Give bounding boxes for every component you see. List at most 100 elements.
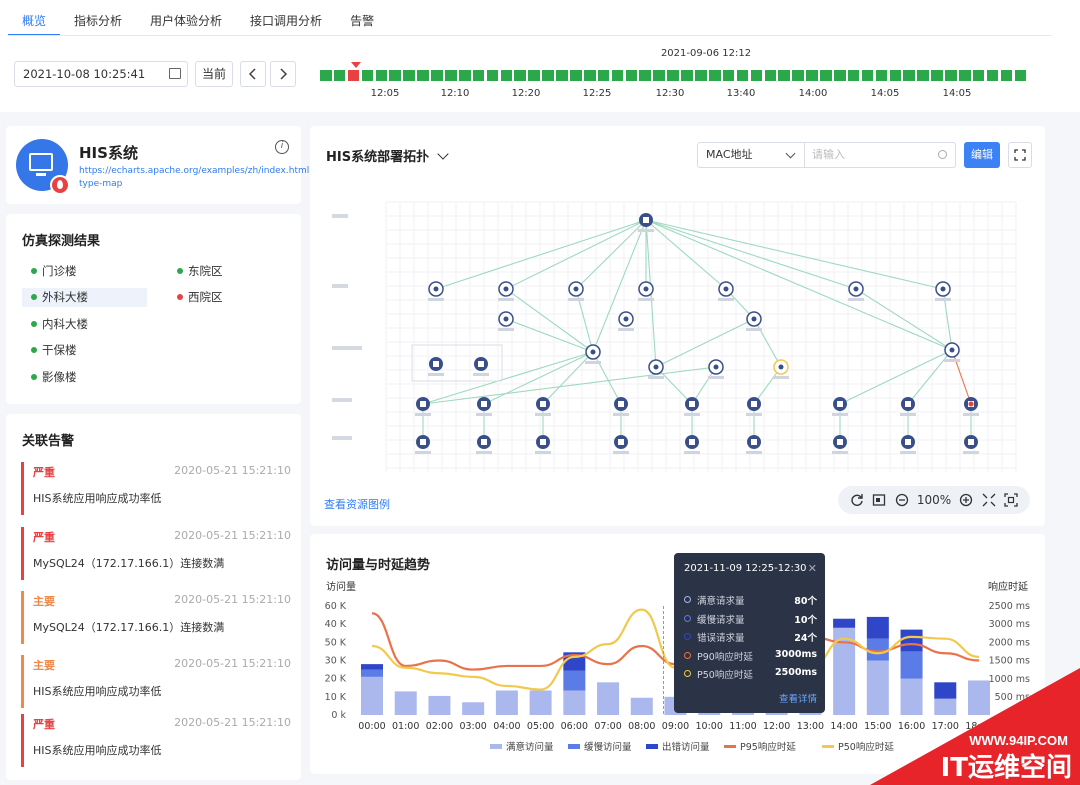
- tab-api-calls[interactable]: 接口调用分析: [236, 6, 336, 36]
- timeline-block[interactable]: [764, 70, 777, 81]
- region-item[interactable]: 影像楼: [22, 368, 148, 387]
- timeline-block[interactable]: [931, 70, 943, 81]
- timeline-block[interactable]: [431, 70, 443, 81]
- alert-item[interactable]: 主要 2020-05-21 15:21:10 HIS系统应用响应成功率低: [21, 655, 291, 708]
- timeline-block[interactable]: [986, 70, 999, 81]
- info-icon[interactable]: i: [275, 140, 289, 154]
- edit-button[interactable]: 编辑: [964, 142, 1000, 168]
- server-node-glyph: [433, 361, 439, 367]
- topology-title[interactable]: HIS系统部署拓扑: [326, 146, 449, 165]
- datetime-input[interactable]: 2021-10-08 10:25:41: [14, 61, 188, 87]
- timeline-block[interactable]: [653, 70, 665, 81]
- region-item[interactable]: 西院区: [168, 288, 294, 307]
- timeline-block[interactable]: [417, 70, 429, 81]
- timeline-block[interactable]: [1014, 70, 1027, 81]
- refresh-icon[interactable]: [850, 493, 864, 507]
- timeline-block[interactable]: [722, 70, 735, 81]
- zoom-in-icon[interactable]: [959, 493, 973, 507]
- timeline-block[interactable]: [472, 70, 485, 81]
- timeline-block[interactable]: [320, 70, 332, 81]
- timeline-block[interactable]: [1000, 70, 1013, 81]
- close-icon[interactable]: ✕: [808, 562, 817, 575]
- minimap-icon[interactable]: [872, 493, 886, 507]
- tab-overview[interactable]: 概览: [8, 6, 61, 36]
- tooltip-detail-link[interactable]: 查看详情: [779, 691, 817, 705]
- timeline-block[interactable]: [806, 70, 818, 81]
- timeline-block[interactable]: [445, 70, 457, 81]
- chevron-right-icon: [280, 68, 288, 80]
- timeline-block[interactable]: [875, 70, 888, 81]
- filter-select[interactable]: MAC地址: [697, 142, 805, 168]
- timeline-block[interactable]: [639, 70, 652, 81]
- resource-legend-link[interactable]: 查看资源图例: [324, 496, 390, 512]
- timeline-block[interactable]: [972, 70, 985, 81]
- alert-item[interactable]: 严重 2020-05-21 15:21:10 HIS系统应用响应成功率低: [21, 714, 291, 767]
- timeline-block[interactable]: [597, 70, 610, 81]
- timeline-block[interactable]: [681, 70, 693, 81]
- alert-level: 主要: [33, 595, 55, 608]
- timeline-block[interactable]: [958, 70, 971, 81]
- timeline-block[interactable]: [361, 70, 374, 81]
- timeline-block[interactable]: [667, 70, 679, 81]
- region-item[interactable]: 门诊楼: [22, 262, 148, 281]
- zoom-out-icon[interactable]: [895, 493, 909, 507]
- timeline-block[interactable]: [833, 70, 846, 81]
- region-item[interactable]: 内科大楼: [22, 315, 148, 334]
- timeline-block[interactable]: [583, 70, 596, 81]
- timeline-block[interactable]: [708, 70, 721, 81]
- timeline-block[interactable]: [528, 70, 540, 81]
- tab-alerts[interactable]: 告警: [336, 6, 388, 36]
- search-input[interactable]: 请输入: [804, 142, 956, 168]
- tab-metrics[interactable]: 指标分析: [60, 6, 136, 36]
- timeline-block[interactable]: [486, 70, 499, 81]
- fit-icon[interactable]: [982, 493, 996, 507]
- timeline-block[interactable]: [458, 70, 471, 81]
- service-node-glyph: [503, 286, 509, 292]
- timeline-block[interactable]: [820, 70, 832, 81]
- timeline-block[interactable]: [903, 70, 915, 81]
- prev-button[interactable]: [240, 61, 266, 87]
- tab-user-experience[interactable]: 用户体验分析: [136, 6, 236, 36]
- region-item[interactable]: 东院区: [168, 262, 294, 281]
- timeline-block[interactable]: [514, 70, 527, 81]
- timeline[interactable]: 2021-09-06 12:12 12:05 12:10 12:20 12:25 12:…: [320, 48, 1034, 104]
- topology-graph[interactable]: [326, 192, 1026, 482]
- timeline-block[interactable]: [792, 70, 804, 81]
- timeline-block[interactable]: [778, 70, 790, 81]
- timeline-block[interactable]: [861, 70, 874, 81]
- timeline-block[interactable]: [500, 70, 513, 81]
- service-node-glyph: [949, 347, 955, 353]
- center-icon[interactable]: [1004, 493, 1018, 507]
- status-dot: [31, 268, 37, 274]
- server-node-glyph: [618, 439, 624, 445]
- timeline-block[interactable]: [750, 70, 763, 81]
- region-item-selected[interactable]: 外科大楼: [22, 288, 147, 307]
- timeline-block[interactable]: [333, 70, 346, 81]
- timeline-block[interactable]: [695, 70, 707, 81]
- timeline-block[interactable]: [945, 70, 957, 81]
- system-url[interactable]: https://echarts.apache.org/examples/zh/i…: [79, 165, 343, 191]
- alert-item[interactable]: 严重 2020-05-21 15:21:10 MySQL24（172.17.16…: [21, 527, 291, 580]
- timeline-block[interactable]: [889, 70, 902, 81]
- region-item[interactable]: 干保楼: [22, 341, 148, 360]
- timeline-block[interactable]: [847, 70, 860, 81]
- alert-item[interactable]: 严重 2020-05-21 15:21:10 HIS系统应用响应成功率低: [21, 462, 291, 515]
- timeline-block[interactable]: [347, 70, 360, 81]
- status-dot: [31, 374, 37, 380]
- timeline-block[interactable]: [556, 70, 568, 81]
- tabs-divider: [8, 35, 1052, 36]
- timeline-block[interactable]: [611, 70, 624, 81]
- alert-item[interactable]: 主要 2020-05-21 15:21:10 MySQL24（172.17.16…: [21, 591, 291, 644]
- fullscreen-button[interactable]: [1008, 142, 1032, 168]
- timeline-block[interactable]: [917, 70, 929, 81]
- next-button[interactable]: [270, 61, 296, 87]
- timeline-block[interactable]: [389, 70, 402, 81]
- timeline-block[interactable]: [570, 70, 582, 81]
- timeline-block[interactable]: [736, 70, 749, 81]
- timeline-block[interactable]: [542, 70, 554, 81]
- timeline-block[interactable]: [375, 70, 388, 81]
- status-dot: [177, 268, 183, 274]
- timeline-block[interactable]: [625, 70, 638, 81]
- timeline-block[interactable]: [403, 70, 415, 81]
- current-button[interactable]: 当前: [195, 61, 233, 87]
